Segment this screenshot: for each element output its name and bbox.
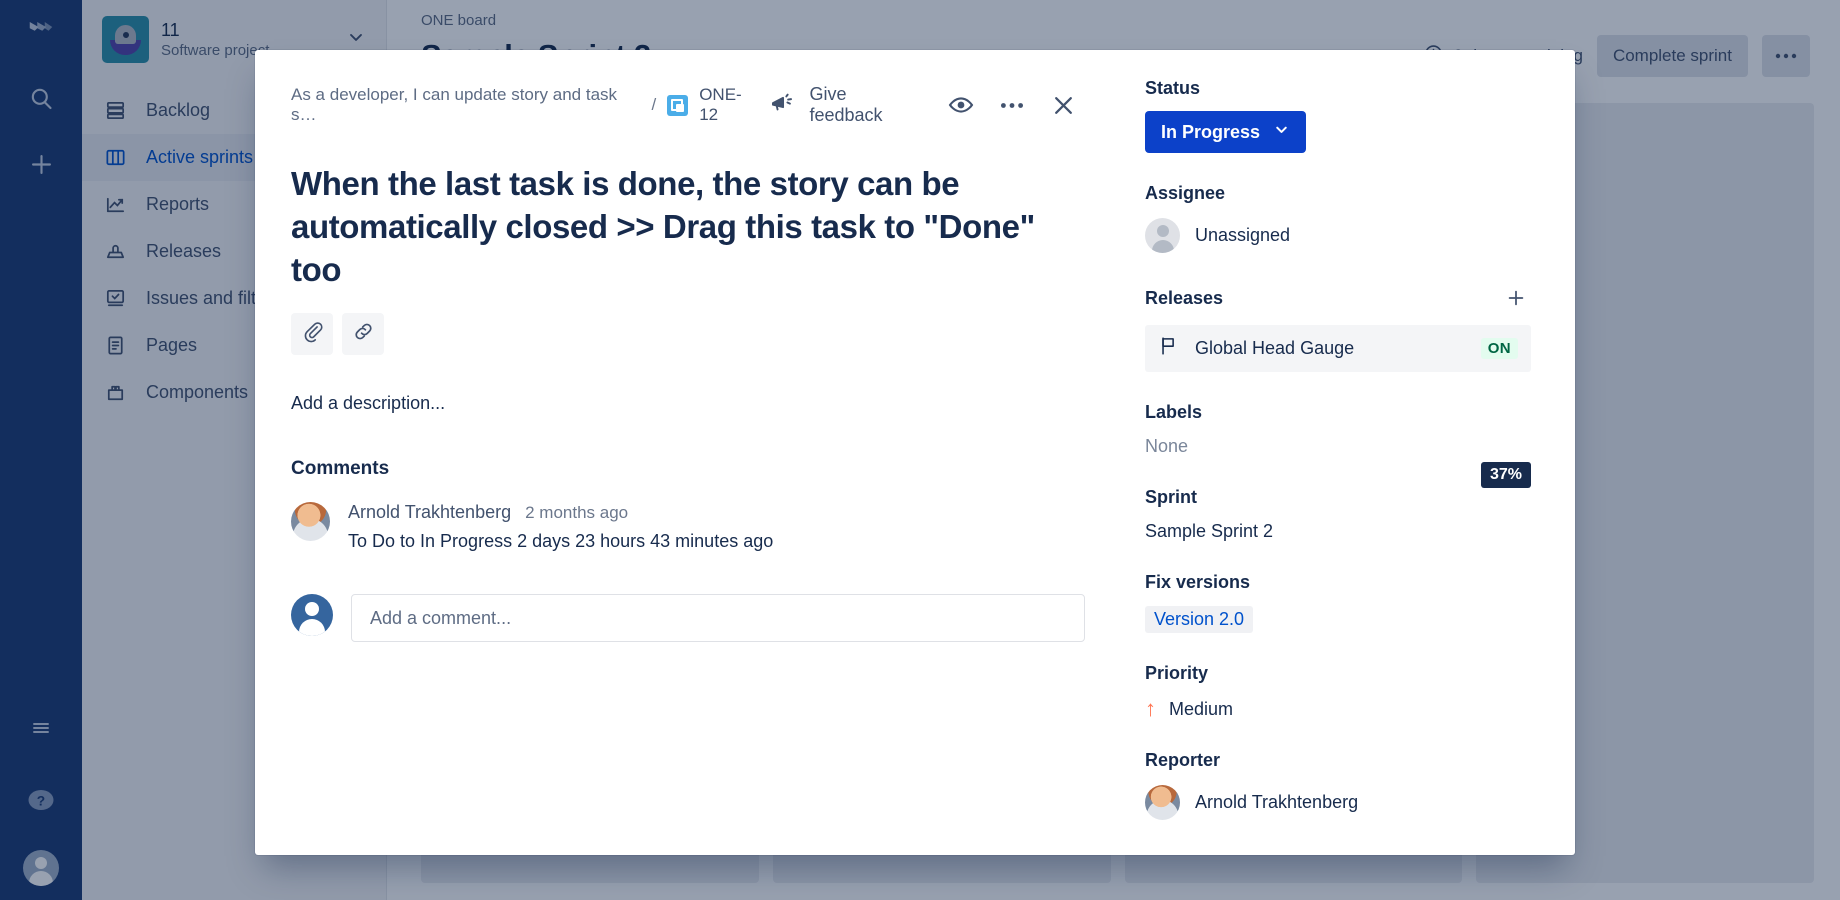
give-feedback-button[interactable]: Give feedback [759,78,931,132]
ellipsis-icon[interactable] [991,83,1034,127]
labels-label: Labels [1145,402,1531,423]
comment-time: 2 months ago [525,503,628,523]
chevron-down-icon [1273,121,1290,143]
issue-main-column: As a developer, I can update story and t… [255,50,1115,855]
releases-label: Releases [1145,288,1223,309]
comment-text: To Do to In Progress 2 days 23 hours 43 … [348,531,1085,552]
issue-fields-column: Status In Progress Assignee Unassigned [1115,50,1575,855]
release-state-badge: ON [1481,338,1518,359]
reporter-avatar [1145,785,1180,820]
breadcrumb-separator: / [651,95,656,115]
add-release-icon[interactable] [1501,283,1531,313]
unassigned-avatar-icon [1145,218,1180,253]
assignee-value: Unassigned [1195,225,1290,246]
eye-icon[interactable] [940,83,983,127]
attach-button[interactable] [291,313,333,355]
breadcrumb-parent[interactable]: As a developer, I can update story and t… [291,85,640,125]
add-comment-input[interactable] [351,594,1085,642]
subtask-type-icon [667,95,688,116]
reporter-value-row[interactable]: Arnold Trakhtenberg [1145,785,1531,820]
release-percentage-tooltip: 37% [1481,462,1531,488]
issue-detail-modal: As a developer, I can update story and t… [255,50,1575,855]
assignee-value-row[interactable]: Unassigned [1145,218,1531,253]
comment-item: Arnold Trakhtenberg 2 months ago To Do t… [291,502,1085,552]
close-icon[interactable] [1042,83,1085,127]
status-label: Status [1145,78,1531,99]
priority-up-icon: ↑ [1145,698,1156,720]
breadcrumb: As a developer, I can update story and t… [291,85,759,125]
priority-label: Priority [1145,663,1531,684]
release-item[interactable]: Global Head Gauge ON [1145,325,1531,372]
comment-author-avatar [291,502,330,541]
status-value: In Progress [1161,122,1260,143]
priority-value-row[interactable]: ↑ Medium [1145,698,1531,720]
issue-title: When the last task is done, the story ca… [291,162,1085,291]
breadcrumb-issue-key[interactable]: ONE-12 [699,85,759,125]
comment-author[interactable]: Arnold Trakhtenberg [348,502,511,523]
give-feedback-label: Give feedback [809,84,921,126]
link-icon [352,320,375,348]
reporter-label: Reporter [1145,750,1531,771]
status-button[interactable]: In Progress [1145,111,1306,153]
megaphone-icon [769,89,796,121]
assignee-label: Assignee [1145,183,1531,204]
sprint-value[interactable]: Sample Sprint 2 [1145,521,1531,542]
labels-value[interactable]: None [1145,436,1531,457]
fix-version-chip[interactable]: Version 2.0 [1145,606,1253,633]
reporter-value: Arnold Trakhtenberg [1195,792,1358,813]
comments-heading: Comments [291,458,1085,480]
description-placeholder[interactable]: Add a description... [291,393,1085,414]
current-user-avatar [291,594,333,636]
sprint-label: Sprint [1145,487,1531,508]
fix-versions-label: Fix versions [1145,572,1531,593]
add-comment-row [291,594,1085,642]
link-button[interactable] [342,313,384,355]
priority-value: Medium [1169,699,1233,720]
flag-icon [1158,335,1180,362]
paperclip-icon [301,320,324,348]
release-name: Global Head Gauge [1195,338,1354,359]
